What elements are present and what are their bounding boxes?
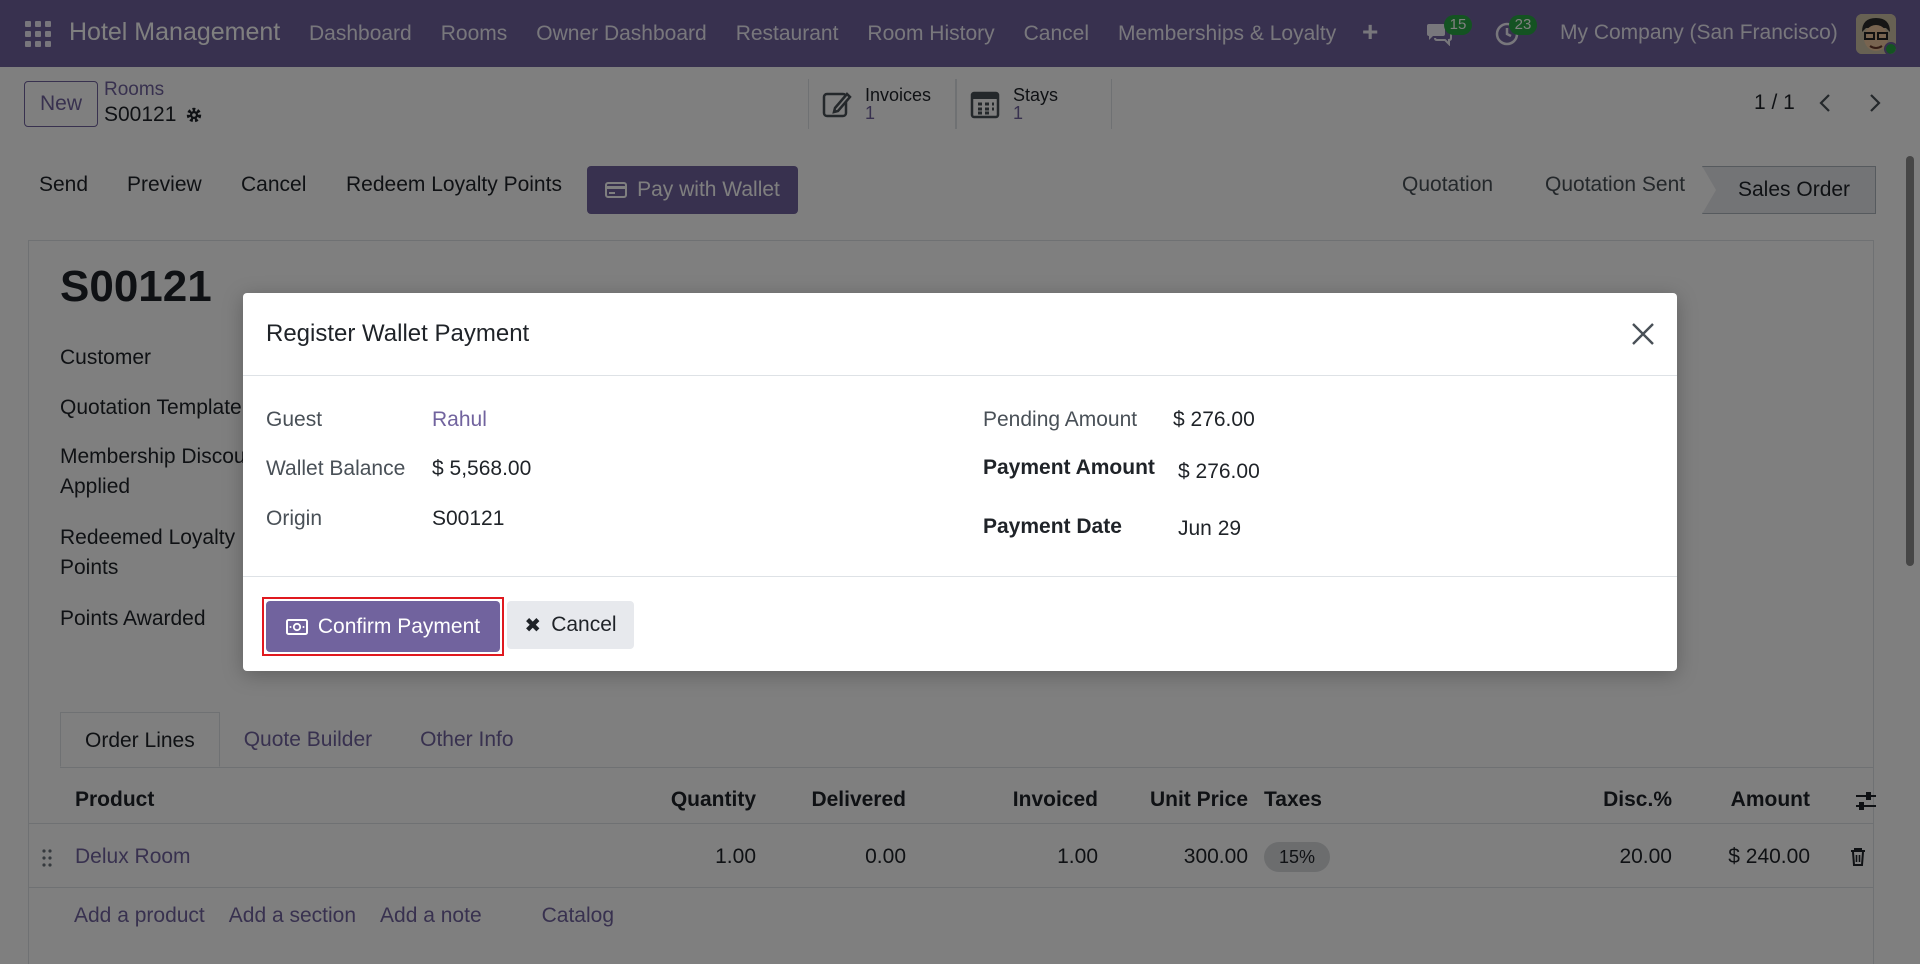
confirm-payment-label: Confirm Payment bbox=[317, 614, 481, 638]
origin-label: Origin bbox=[266, 507, 323, 530]
payment-amount-field[interactable]: $ 276.00 bbox=[1178, 460, 1260, 484]
dialog-body: Guest Rahul Wallet Balance $ 5,568.00 Or… bbox=[243, 376, 1677, 576]
confirm-payment-button[interactable]: Confirm Payment bbox=[266, 601, 500, 652]
wallet-balance-value: $ 5,568.00 bbox=[432, 457, 532, 480]
payment-amount-label: Payment Amount bbox=[983, 456, 1155, 479]
guest-label: Guest bbox=[266, 408, 323, 431]
origin-value: S00121 bbox=[432, 507, 505, 530]
payment-date-field[interactable]: Jun 29 bbox=[1178, 517, 1241, 541]
pending-amount-value: $ 276.00 bbox=[1173, 408, 1255, 431]
register-wallet-payment-dialog: Register Wallet Payment Guest Rahul Wall… bbox=[243, 293, 1677, 671]
payment-date-label: Payment Date bbox=[983, 515, 1122, 538]
dialog-title: Register Wallet Payment bbox=[266, 320, 530, 347]
x-icon: ✖ bbox=[524, 614, 542, 637]
pending-amount-label: Pending Amount bbox=[983, 408, 1138, 431]
wallet-balance-label: Wallet Balance bbox=[266, 457, 406, 480]
close-icon[interactable] bbox=[1630, 321, 1656, 347]
dialog-footer: Confirm Payment ✖ Cancel bbox=[243, 576, 1677, 671]
cancel-dialog-button[interactable]: ✖ Cancel bbox=[507, 601, 634, 649]
dialog-header: Register Wallet Payment bbox=[243, 293, 1677, 376]
money-bill-icon bbox=[285, 618, 308, 635]
cancel-dialog-label: Cancel bbox=[551, 613, 617, 636]
guest-value[interactable]: Rahul bbox=[432, 408, 487, 432]
